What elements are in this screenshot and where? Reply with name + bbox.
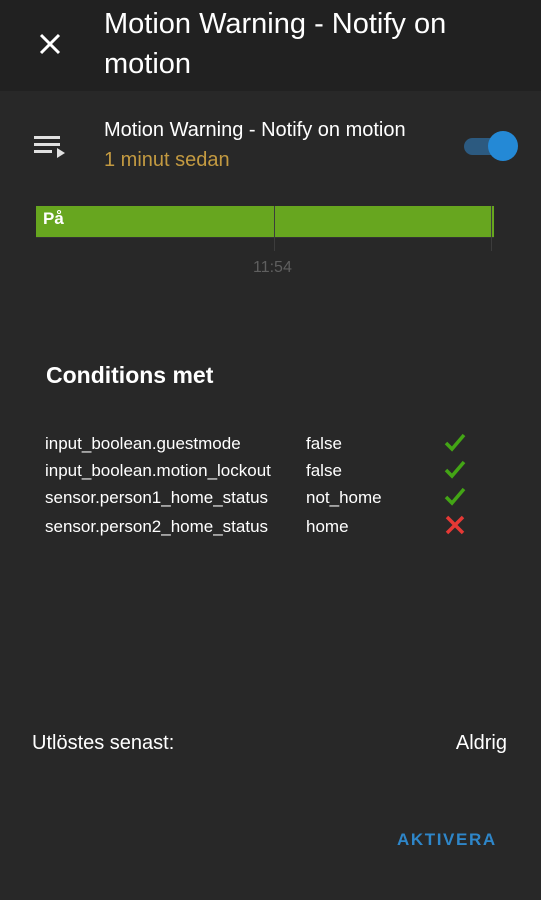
check-icon bbox=[444, 460, 466, 479]
history-axis-line bbox=[36, 237, 494, 238]
history-state-label: På bbox=[43, 209, 64, 228]
dialog-header: Motion Warning - Notify on motion bbox=[0, 0, 541, 91]
automation-toggle[interactable] bbox=[462, 130, 520, 162]
history-tick bbox=[274, 206, 275, 251]
condition-value: not_home bbox=[306, 488, 382, 507]
condition-entity: input_boolean.motion_lockout bbox=[45, 461, 271, 480]
conditions-title: Conditions met bbox=[46, 362, 214, 388]
toggle-knob[interactable] bbox=[488, 131, 518, 161]
dialog-title: Motion Warning - Notify on motion bbox=[104, 8, 447, 80]
activate-button[interactable]: AKTIVERA bbox=[393, 824, 501, 856]
close-icon[interactable] bbox=[30, 24, 70, 64]
condition-row: sensor.person1_home_status not_home bbox=[0, 487, 541, 514]
history-time-label: 11:54 bbox=[253, 259, 292, 276]
cross-icon bbox=[445, 515, 465, 535]
playlist-play-icon bbox=[34, 134, 68, 160]
condition-value: false bbox=[306, 461, 342, 480]
history-state-bar bbox=[36, 206, 494, 237]
last-triggered-label: Utlöstes senast: bbox=[32, 732, 175, 754]
condition-entity: sensor.person1_home_status bbox=[45, 488, 269, 507]
check-icon bbox=[444, 487, 466, 506]
history-tick-end bbox=[491, 206, 492, 251]
close-button[interactable] bbox=[30, 24, 70, 64]
last-triggered-value: Aldrig bbox=[455, 732, 507, 754]
check-icon bbox=[444, 433, 466, 452]
last-changed-time: 1 minut sedan bbox=[104, 149, 230, 171]
condition-value: false bbox=[306, 434, 342, 453]
condition-value: home bbox=[306, 517, 349, 536]
entity-name: Motion Warning - Notify on motion bbox=[104, 119, 406, 141]
condition-row: sensor.person2_home_status home bbox=[0, 515, 541, 543]
condition-entity: sensor.person2_home_status bbox=[45, 517, 269, 536]
condition-entity: input_boolean.guestmode bbox=[45, 434, 241, 453]
history-chart: På 11:54 bbox=[0, 195, 541, 290]
